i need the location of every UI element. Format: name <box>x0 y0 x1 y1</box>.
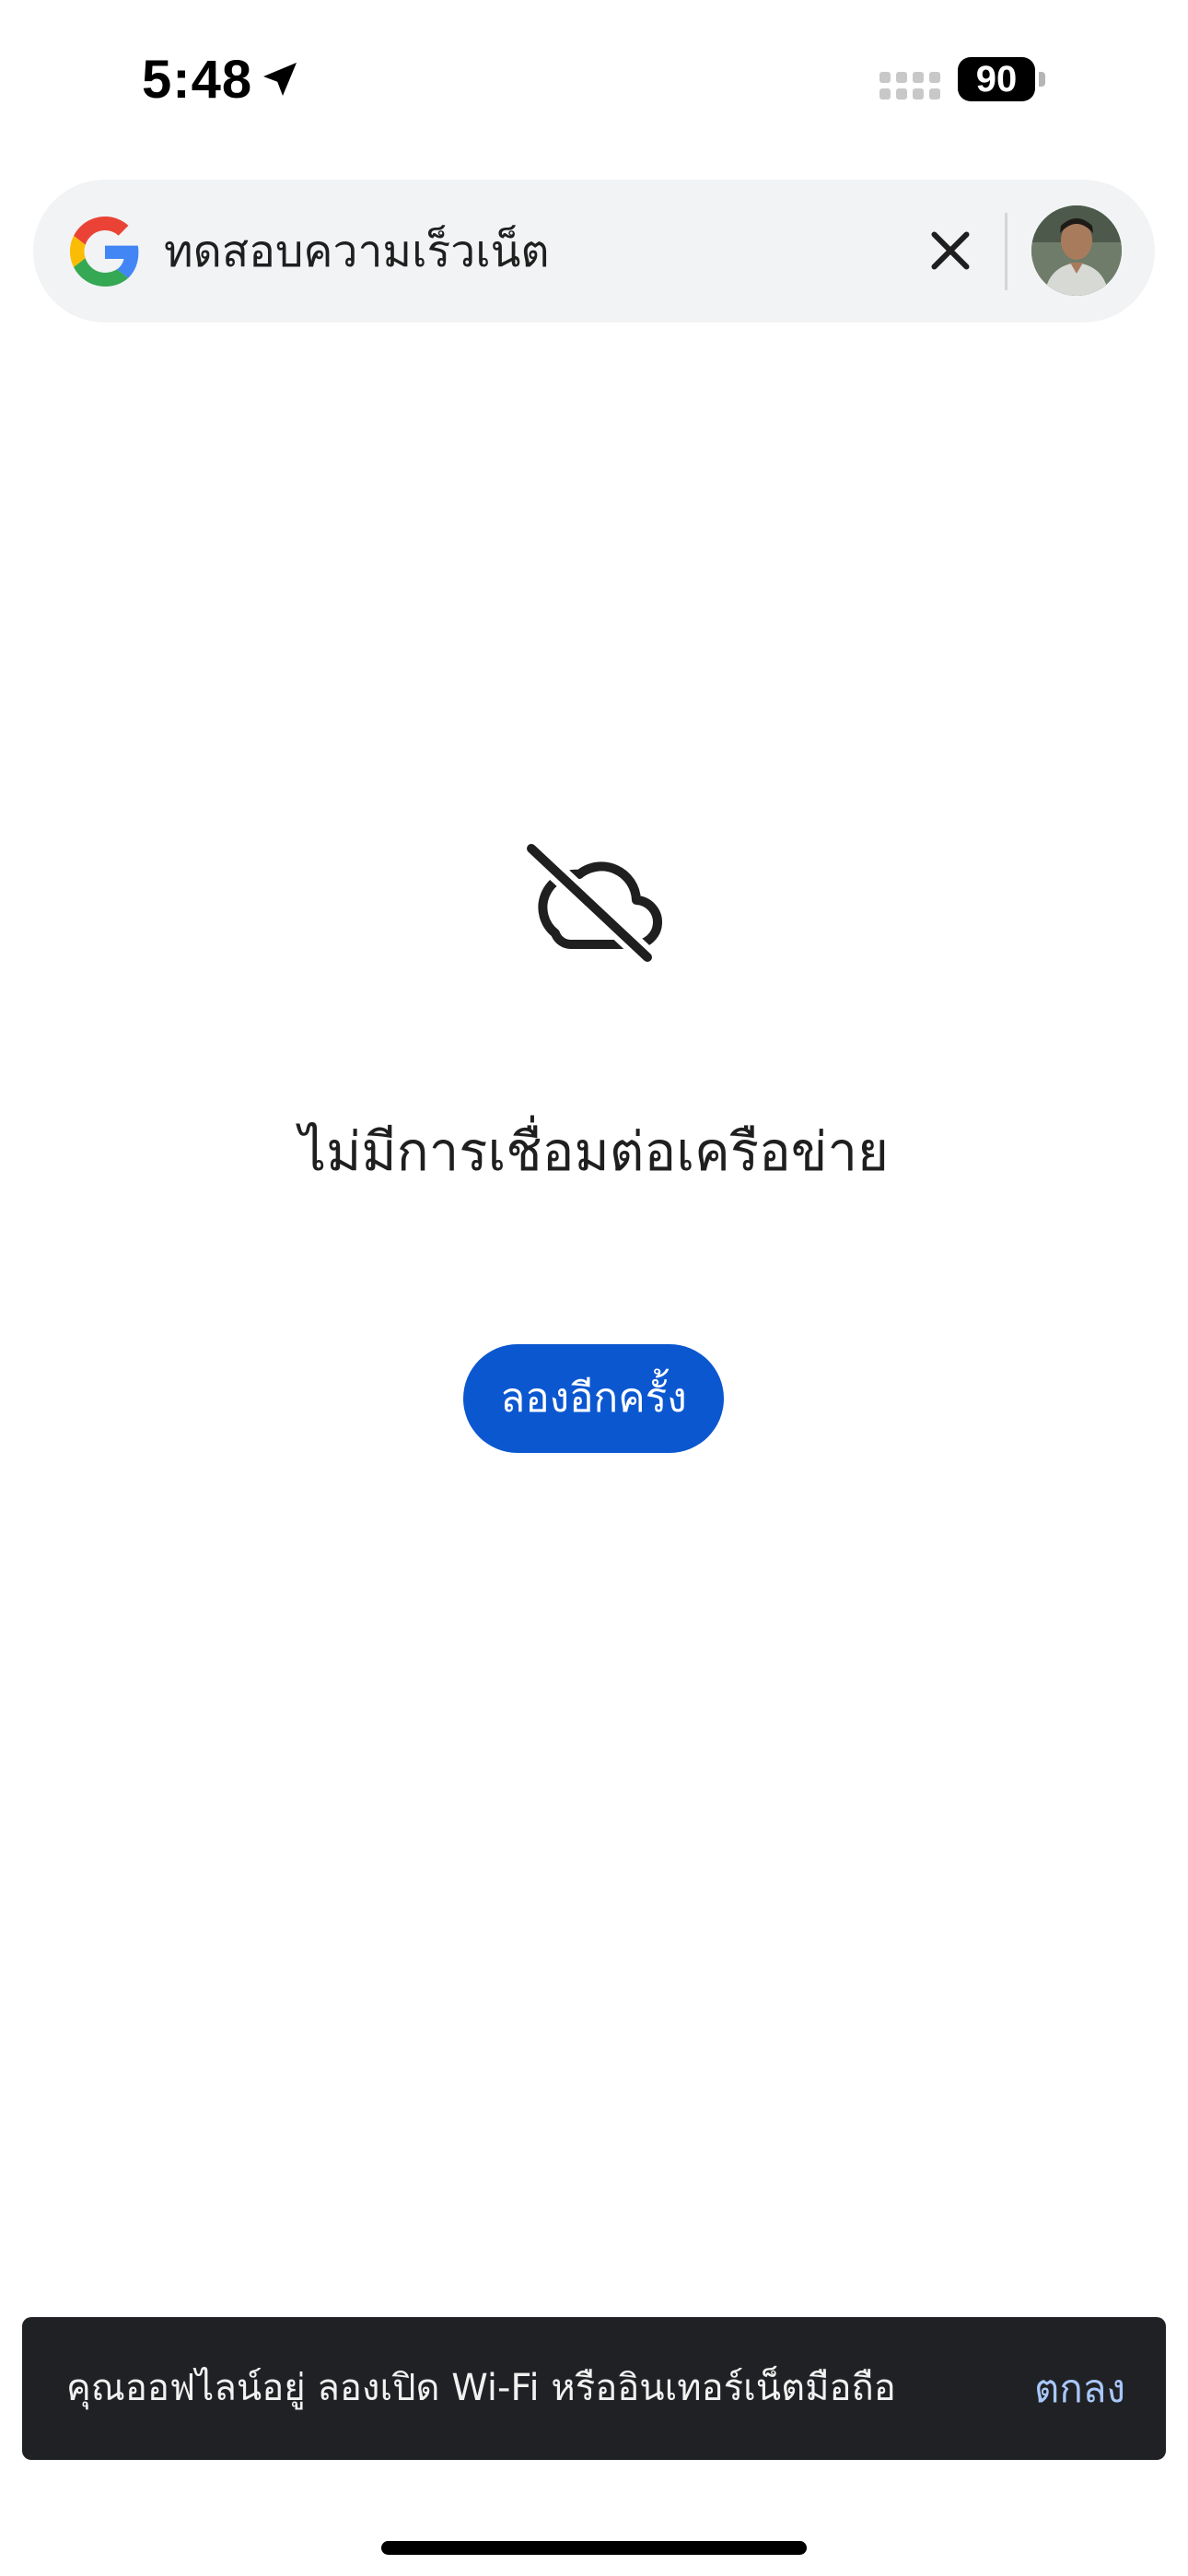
status-bar: 5:48 90 <box>0 0 1188 157</box>
error-message: ไม่มีการเชื่อมต่อเครือข่าย <box>298 1120 890 1183</box>
battery-icon: 90 <box>958 57 1046 103</box>
location-arrow-icon <box>263 63 297 96</box>
close-icon[interactable] <box>923 223 978 278</box>
home-indicator[interactable] <box>381 2541 807 2555</box>
snackbar-text: คุณออฟไลน์อยู่ ลองเปิด Wi-Fi หรืออินเทอร… <box>66 2367 896 2409</box>
search-bar[interactable]: ทดสอบความเร็วเน็ต <box>33 180 1155 322</box>
snackbar-ok-button[interactable]: ตกลง <box>996 2317 1125 2460</box>
search-divider <box>1005 213 1007 290</box>
avatar[interactable] <box>1031 205 1122 296</box>
google-g-logo <box>70 217 139 287</box>
retry-button[interactable]: ลองอีกครั้ง <box>463 1344 724 1453</box>
snackbar: คุณออฟไลน์อยู่ ลองเปิด Wi-Fi หรืออินเทอร… <box>22 2317 1166 2460</box>
battery-cap <box>1039 72 1045 87</box>
battery-level: 90 <box>975 59 1018 100</box>
cloud-off-icon <box>521 843 662 963</box>
status-time: 5:48 <box>142 50 253 110</box>
search-query[interactable]: ทดสอบความเร็วเน็ต <box>164 215 550 288</box>
cellular-signal-icon <box>879 72 940 100</box>
avatar-photo-icon <box>1031 205 1122 296</box>
screen: 5:48 90 ทดสอบความเร็วเน็ต ไม่มีการเชื่อม… <box>0 0 1188 2576</box>
